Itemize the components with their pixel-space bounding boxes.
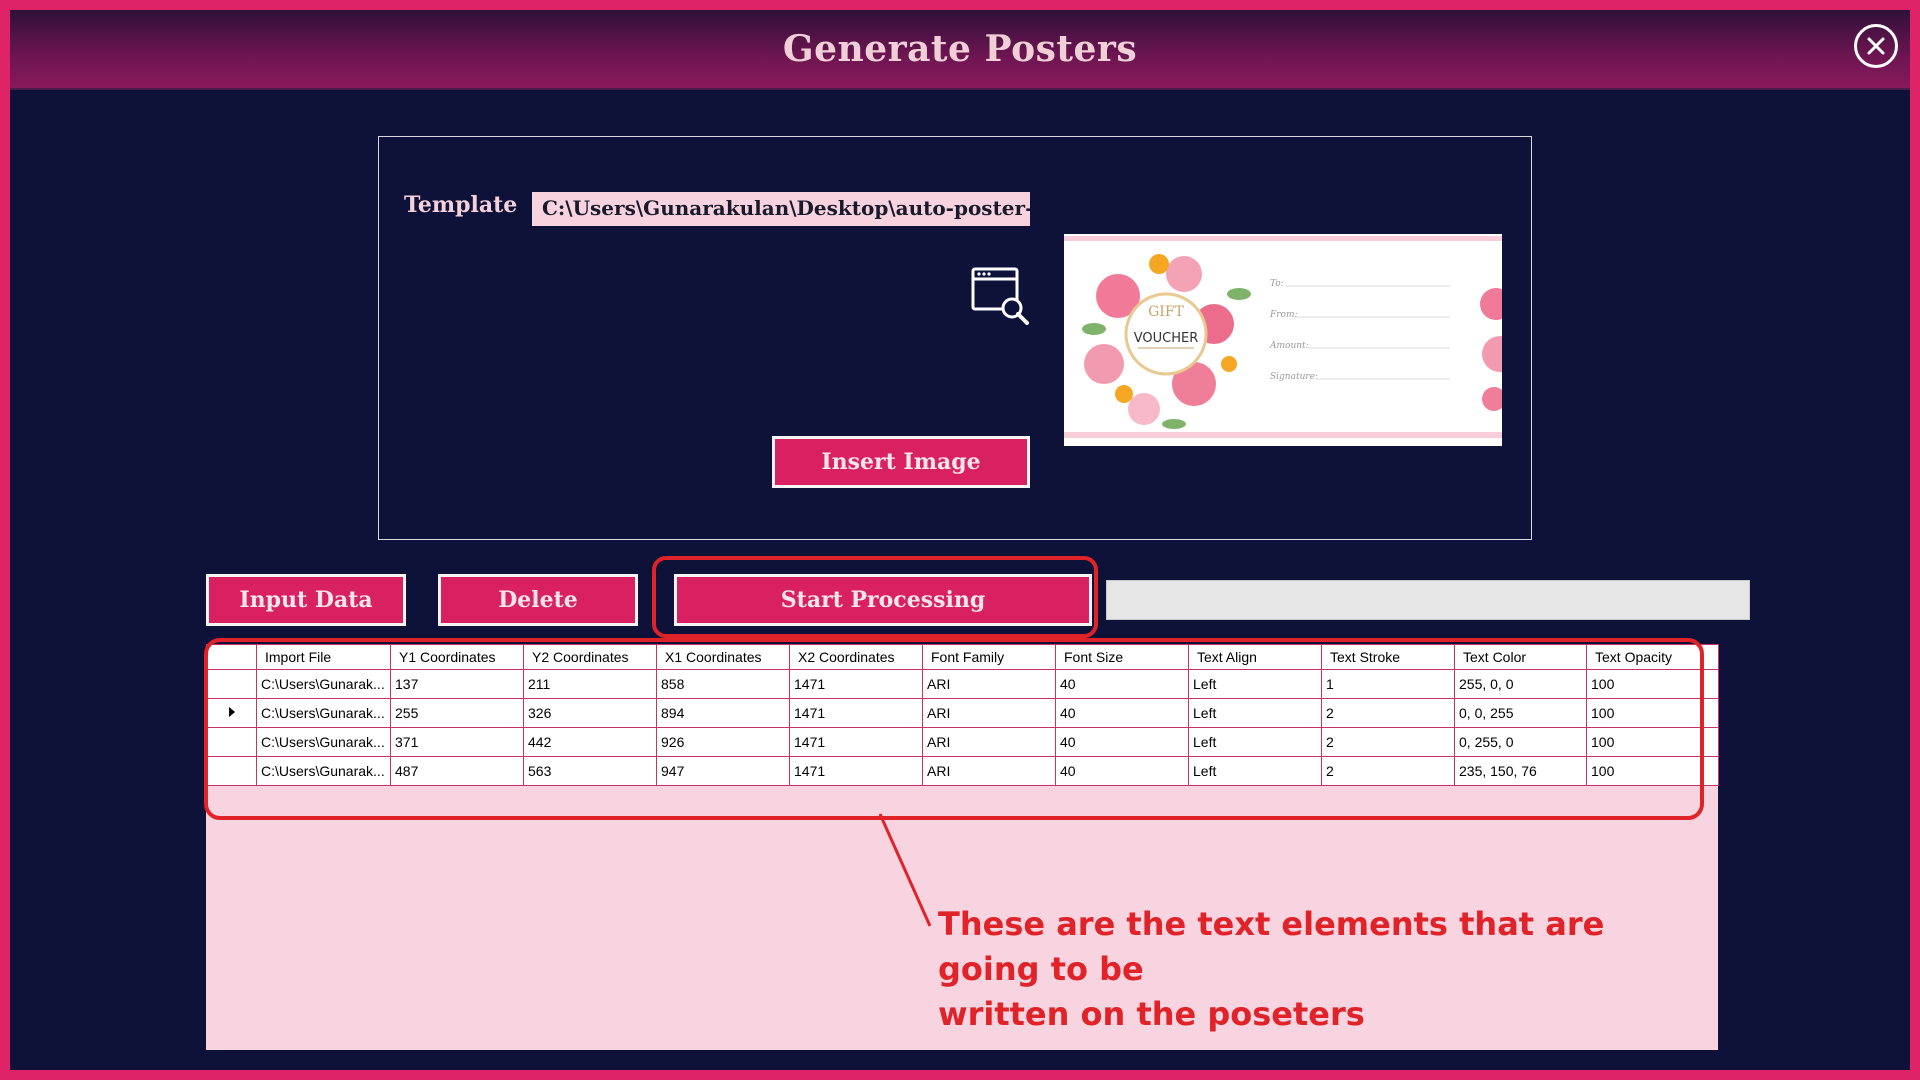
preview-field-signature: Signature: — [1270, 372, 1318, 382]
current-row-arrow-icon — [228, 707, 235, 717]
input-data-button[interactable]: Input Data — [206, 574, 406, 626]
grid-cell[interactable]: 487 — [390, 756, 524, 786]
grid-cell[interactable]: 0, 0, 255 — [1454, 698, 1587, 728]
preview-field-from: From: — [1269, 310, 1298, 320]
col-x2-coordinates[interactable]: X2 Coordinates — [789, 644, 923, 670]
row-header-corner — [206, 644, 257, 670]
preview-gift-text: GIFT — [1148, 304, 1184, 320]
grid-cell[interactable]: 563 — [523, 756, 657, 786]
delete-button[interactable]: Delete — [438, 574, 638, 626]
grid-cell[interactable]: 100 — [1586, 669, 1719, 699]
grid-cell[interactable]: 100 — [1586, 698, 1719, 728]
grid-cell[interactable]: 926 — [656, 727, 790, 757]
grid-cell[interactable]: Left — [1188, 756, 1322, 786]
grid-cell[interactable]: 1471 — [789, 727, 923, 757]
grid-cell[interactable]: 1471 — [789, 698, 923, 728]
insert-image-button[interactable]: Insert Image — [772, 436, 1030, 488]
grid-cell[interactable]: 40 — [1055, 756, 1189, 786]
grid-cell[interactable]: 255 — [390, 698, 524, 728]
grid-cell[interactable]: 211 — [523, 669, 657, 699]
grid-cell[interactable]: 1 — [1321, 669, 1455, 699]
grid-cell[interactable]: 947 — [656, 756, 790, 786]
grid-cell[interactable]: ARI — [922, 727, 1056, 757]
col-y1-coordinates[interactable]: Y1 Coordinates — [390, 644, 524, 670]
progress-bar — [1106, 580, 1750, 620]
grid-cell[interactable]: ARI — [922, 756, 1056, 786]
row-header[interactable] — [206, 669, 257, 699]
close-button[interactable] — [1854, 24, 1898, 68]
annotation-line-1: These are the text elements that are goi… — [938, 905, 1605, 988]
grid-cell[interactable]: C:\Users\Gunarak... — [256, 698, 391, 728]
preview-field-amount: Amount: — [1269, 341, 1309, 351]
grid-cell[interactable]: 858 — [656, 669, 790, 699]
grid-cell[interactable]: 2 — [1321, 727, 1455, 757]
data-grid: Import File Y1 Coordinates Y2 Coordinate… — [206, 644, 1719, 786]
start-processing-button[interactable]: Start Processing — [674, 574, 1092, 626]
close-icon — [1867, 37, 1885, 55]
grid-cell[interactable]: 2 — [1321, 756, 1455, 786]
col-import-file[interactable]: Import File — [256, 644, 391, 670]
preview-field-to: To: — [1270, 279, 1284, 289]
col-x1-coordinates[interactable]: X1 Coordinates — [656, 644, 790, 670]
grid-cell[interactable]: 137 — [390, 669, 524, 699]
grid-cell[interactable]: Left — [1188, 669, 1322, 699]
row-header[interactable] — [206, 727, 257, 757]
grid-cell[interactable]: 0, 255, 0 — [1454, 727, 1587, 757]
annotation-line-2: written on the poseters — [938, 995, 1365, 1033]
browse-window-search-icon[interactable] — [970, 266, 1032, 328]
col-text-align[interactable]: Text Align — [1188, 644, 1322, 670]
row-header[interactable] — [206, 698, 257, 728]
grid-cell[interactable]: 255, 0, 0 — [1454, 669, 1587, 699]
grid-cell[interactable]: 442 — [523, 727, 657, 757]
grid-cell[interactable]: 235, 150, 76 — [1454, 756, 1587, 786]
window-title: Generate Posters — [782, 28, 1138, 70]
table-row[interactable]: C:\Users\Gunarak... 137 211 858 1471 ARI 40 Lef… — [206, 669, 1719, 699]
col-text-stroke[interactable]: Text Stroke — [1321, 644, 1455, 670]
grid-cell[interactable]: 100 — [1586, 756, 1719, 786]
annotation-text: These are the text elements that are goi… — [938, 902, 1698, 1037]
col-y2-coordinates[interactable]: Y2 Coordinates — [523, 644, 657, 670]
preview-voucher-text: VOUCHER — [1134, 331, 1199, 346]
title-bar: Generate Posters — [10, 10, 1910, 90]
table-row[interactable]: C:\Users\Gunarak... 371 442 926 1471 ARI 40 Lef… — [206, 727, 1719, 757]
grid-cell[interactable]: 1471 — [789, 756, 923, 786]
grid-cell[interactable]: ARI — [922, 698, 1056, 728]
grid-cell[interactable]: 40 — [1055, 698, 1189, 728]
grid-cell[interactable]: C:\Users\Gunarak... — [256, 756, 391, 786]
col-font-family[interactable]: Font Family — [922, 644, 1056, 670]
template-path-field[interactable]: C:\Users\Gunarakulan\Desktop\auto-poster… — [532, 192, 1030, 226]
grid-cell[interactable]: ARI — [922, 669, 1056, 699]
grid-cell[interactable]: 40 — [1055, 727, 1189, 757]
grid-cell[interactable]: C:\Users\Gunarak... — [256, 727, 391, 757]
col-text-opacity[interactable]: Text Opacity — [1586, 644, 1719, 670]
table-row[interactable]: C:\Users\Gunarak... 255 326 894 1471 ARI 40 Lef… — [206, 698, 1719, 728]
table-row[interactable]: C:\Users\Gunarak... 487 563 947 1471 ARI 40 Lef… — [206, 756, 1719, 786]
grid-cell[interactable]: Left — [1188, 698, 1322, 728]
grid-cell[interactable]: 100 — [1586, 727, 1719, 757]
grid-cell[interactable]: 371 — [390, 727, 524, 757]
col-text-color[interactable]: Text Color — [1454, 644, 1587, 670]
template-preview-image: GIFT VOUCHER To: From: Amount: Signature… — [1064, 234, 1502, 446]
grid-header-row: Import File Y1 Coordinates Y2 Coordinate… — [206, 644, 1719, 670]
grid-cell[interactable]: C:\Users\Gunarak... — [256, 669, 391, 699]
template-label: Template — [404, 192, 518, 218]
grid-cell[interactable]: 2 — [1321, 698, 1455, 728]
grid-cell[interactable]: 1471 — [789, 669, 923, 699]
grid-cell[interactable]: 40 — [1055, 669, 1189, 699]
col-font-size[interactable]: Font Size — [1055, 644, 1189, 670]
grid-cell[interactable]: 894 — [656, 698, 790, 728]
row-header[interactable] — [206, 756, 257, 786]
grid-cell[interactable]: 326 — [523, 698, 657, 728]
grid-cell[interactable]: Left — [1188, 727, 1322, 757]
